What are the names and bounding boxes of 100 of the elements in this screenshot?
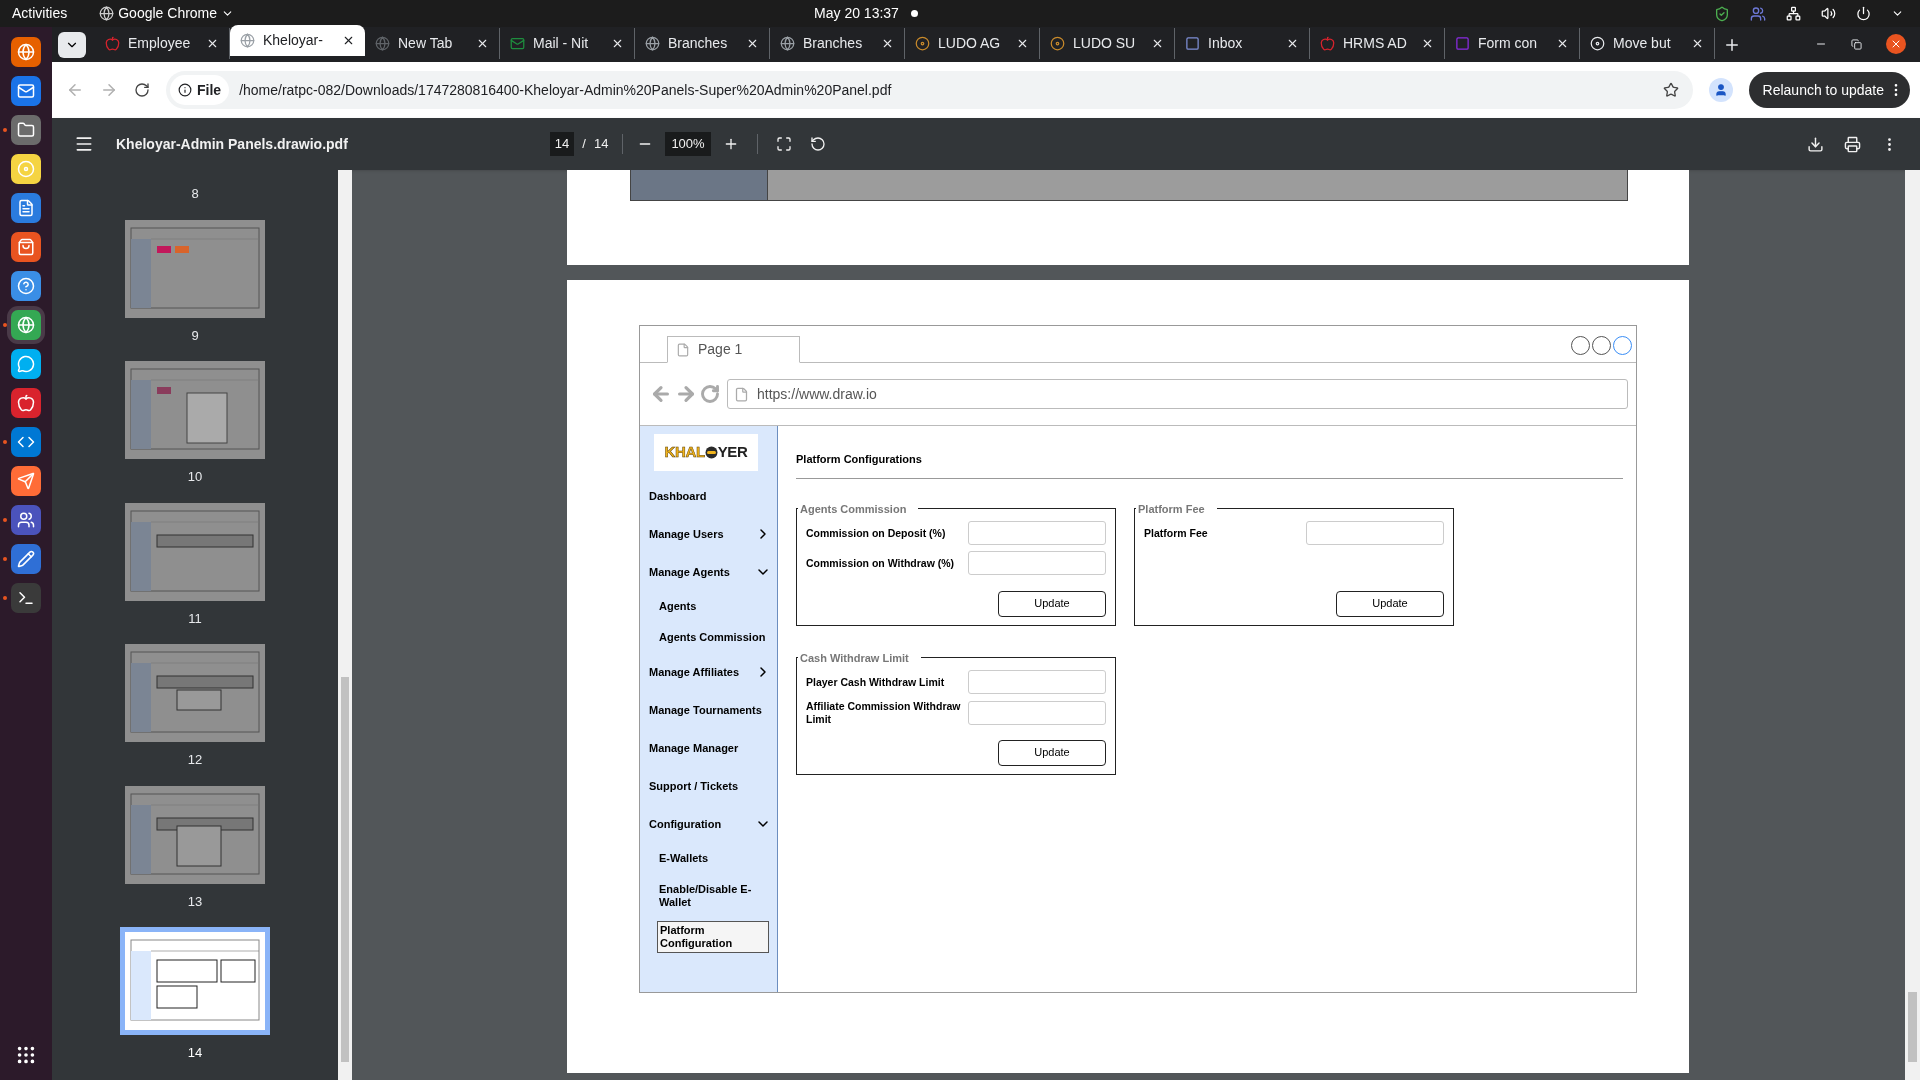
input-field[interactable] [1306, 521, 1444, 545]
bag-icon[interactable] [11, 232, 41, 262]
activities-button[interactable]: Activities [12, 3, 68, 24]
network-icon[interactable] [1786, 6, 1801, 21]
browser-tab[interactable]: New Tab [365, 28, 500, 59]
browser-tab[interactable]: LUDO AG [905, 28, 1040, 59]
nav-item[interactable]: Manage Affiliates [649, 663, 740, 681]
send-icon[interactable] [11, 466, 41, 496]
browser-tab[interactable]: LUDO SU [1040, 28, 1175, 59]
page-input[interactable]: 14 [549, 132, 575, 156]
nav-item[interactable]: Manage Agents [649, 563, 730, 581]
page-thumbnail[interactable] [125, 644, 265, 742]
scrollbar[interactable] [1905, 170, 1920, 1080]
close-icon[interactable] [1556, 37, 1569, 50]
print-icon[interactable] [1844, 135, 1861, 153]
fit-page-icon[interactable] [775, 136, 792, 152]
close-icon[interactable] [1421, 37, 1434, 50]
nav-subitem[interactable]: Platform Configuration [657, 921, 769, 953]
input-field[interactable] [968, 670, 1106, 694]
browser-tab[interactable]: Inbox [1175, 28, 1310, 59]
browser-tab[interactable]: Form con [1445, 28, 1580, 59]
apple-icon [105, 36, 120, 51]
scrollbar[interactable] [338, 170, 352, 1080]
bookmark-icon[interactable] [1662, 82, 1679, 98]
close-icon[interactable] [1286, 37, 1299, 50]
page-thumbnail[interactable] [125, 785, 265, 884]
mail-icon[interactable] [11, 76, 41, 106]
rotate-icon[interactable] [809, 136, 826, 152]
nav-item[interactable]: Manage Tournaments [649, 701, 762, 719]
browser-tab[interactable]: Move but [1580, 28, 1715, 59]
page-number: 9 [191, 326, 199, 345]
browser-tab[interactable]: Kheloyar- [230, 25, 365, 56]
power-icon[interactable] [1856, 6, 1871, 21]
browser-tab[interactable]: Branches [635, 28, 770, 59]
update-button[interactable]: Update [998, 739, 1106, 766]
volume-icon[interactable] [1821, 6, 1836, 21]
browser-tab[interactable]: HRMS AD [1310, 28, 1445, 59]
close-icon[interactable] [611, 37, 624, 50]
app-menu[interactable]: Google Chrome [99, 3, 235, 24]
code-icon[interactable] [11, 427, 41, 457]
square-icon [1185, 36, 1200, 51]
update-button[interactable]: Update [998, 590, 1106, 617]
nav-item[interactable]: Manage Users [649, 525, 724, 543]
help-icon[interactable] [11, 271, 41, 301]
nav-subitem[interactable]: Agents Commission [657, 625, 769, 650]
input-field[interactable] [968, 551, 1106, 575]
page-thumbnail[interactable] [125, 361, 265, 459]
url-field[interactable]: https://www.draw.io [727, 379, 1628, 409]
zoom-input[interactable]: 100% [665, 132, 711, 156]
chat-icon[interactable] [11, 349, 41, 379]
page-icon [676, 342, 690, 357]
folder-icon[interactable] [11, 115, 41, 145]
pencil-icon[interactable] [11, 544, 41, 574]
globe-icon[interactable] [11, 37, 41, 67]
nav-item[interactable]: Configuration [649, 815, 722, 833]
nav-subitem[interactable]: Enable/Disable E-Wallet [657, 877, 769, 915]
browser-tab[interactable]: Branches [770, 28, 905, 59]
restore-icon[interactable] [1851, 38, 1862, 50]
close-icon[interactable] [746, 37, 759, 50]
people-icon[interactable] [11, 505, 41, 535]
field-label: Platform Fee [1144, 526, 1209, 540]
download-icon[interactable] [1807, 135, 1824, 153]
address-bar[interactable]: File /home/ratpc-082/Downloads/1747280816400-Kheloyar-Admin%20Panels-Super%20Admin%20Panel.pdf [166, 71, 1693, 109]
close-icon[interactable] [476, 37, 489, 50]
page-tab[interactable]: Page 1 [667, 336, 800, 363]
reload-icon[interactable] [134, 82, 150, 98]
nav-item[interactable]: Dashboard [649, 487, 707, 505]
browser-tab[interactable]: Mail - Nit [500, 28, 635, 59]
close-icon[interactable] [1151, 37, 1164, 50]
close-icon[interactable] [1691, 37, 1704, 50]
site-info-chip[interactable]: File [170, 75, 230, 105]
close-icon[interactable] [206, 37, 219, 50]
terminal-icon[interactable] [11, 583, 41, 613]
profile-icon[interactable] [1708, 78, 1733, 102]
nav-item[interactable]: Manage Manager [649, 739, 739, 757]
relaunch-button[interactable]: Relaunch to update [1748, 72, 1910, 108]
close-icon[interactable] [342, 34, 355, 47]
input-field[interactable] [968, 521, 1106, 545]
update-button[interactable]: Update [1336, 590, 1444, 617]
page-thumbnail[interactable] [125, 219, 265, 318]
page-count: 14 [593, 135, 609, 154]
apple-icon[interactable] [11, 388, 41, 418]
tab-search-button[interactable] [58, 32, 86, 58]
close-icon[interactable] [1016, 37, 1029, 50]
page-thumbnail[interactable] [120, 927, 270, 1035]
new-tab-icon[interactable] [1723, 36, 1741, 54]
nav-item[interactable]: Support / Tickets [649, 777, 739, 795]
document-icon[interactable] [11, 193, 41, 223]
close-icon[interactable] [881, 37, 894, 50]
menu-icon[interactable] [74, 134, 94, 154]
page-thumbnail[interactable] [125, 502, 265, 601]
shield-icon[interactable] [1714, 5, 1730, 22]
group-legend: Agents Commission [798, 500, 919, 517]
apps-grid-icon[interactable] [15, 1044, 37, 1066]
logo: KHAL YER [654, 434, 758, 471]
nav-subitem[interactable]: E-Wallets [657, 846, 769, 871]
close-window-icon[interactable] [1886, 34, 1906, 54]
input-field[interactable] [968, 701, 1106, 725]
nav-subitem[interactable]: Agents [657, 594, 769, 619]
clock[interactable]: May 20 13:37 [814, 3, 899, 24]
